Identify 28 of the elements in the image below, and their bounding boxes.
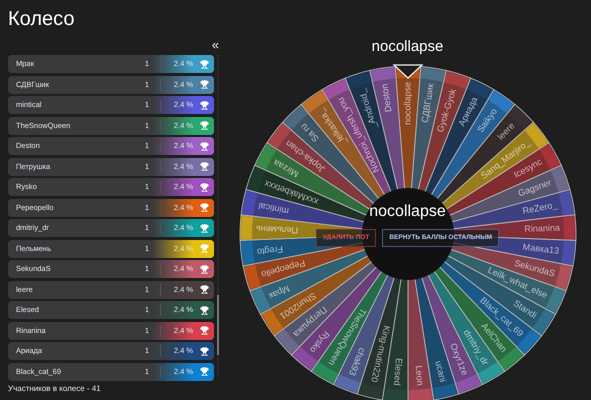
segment-label: СДВГшик	[419, 82, 436, 124]
segment-label: ucani	[432, 360, 448, 383]
segment-label: Мавка13	[522, 242, 560, 256]
trophy-icon[interactable]	[200, 264, 208, 274]
trophy-icon[interactable]	[200, 306, 208, 314]
segment-label: ReZero_	[521, 200, 558, 216]
segment-label: Fregto	[256, 244, 283, 258]
scrollbar[interactable]	[217, 295, 219, 355]
pointer-icon	[392, 64, 424, 79]
segment-label: Пельмень	[255, 224, 298, 236]
trophy-icon[interactable]	[200, 162, 208, 171]
page-title: Колесо	[8, 9, 74, 29]
segment-label: Deston	[378, 83, 393, 113]
segment-label: Leon	[413, 365, 425, 386]
trophy-icon[interactable]	[200, 100, 208, 110]
trophy-icon[interactable]	[200, 346, 208, 356]
center-label: nocollapse	[369, 204, 446, 220]
participants-count: Участников в колесе - 41	[8, 384, 102, 392]
segment-label: Elesed	[392, 358, 404, 386]
collapse-button[interactable]: «	[212, 38, 219, 51]
winner-title: nocollapse	[372, 39, 444, 54]
trophy-icon[interactable]	[200, 182, 208, 192]
segment-label: Rinanina	[524, 222, 560, 234]
segment-label: mintical	[257, 200, 290, 216]
trophy-icon[interactable]	[200, 285, 208, 294]
segment-label: nocollapse	[402, 82, 412, 126]
segment-label: Sa ru	[298, 121, 320, 144]
trophy-icon[interactable]	[200, 326, 208, 335]
